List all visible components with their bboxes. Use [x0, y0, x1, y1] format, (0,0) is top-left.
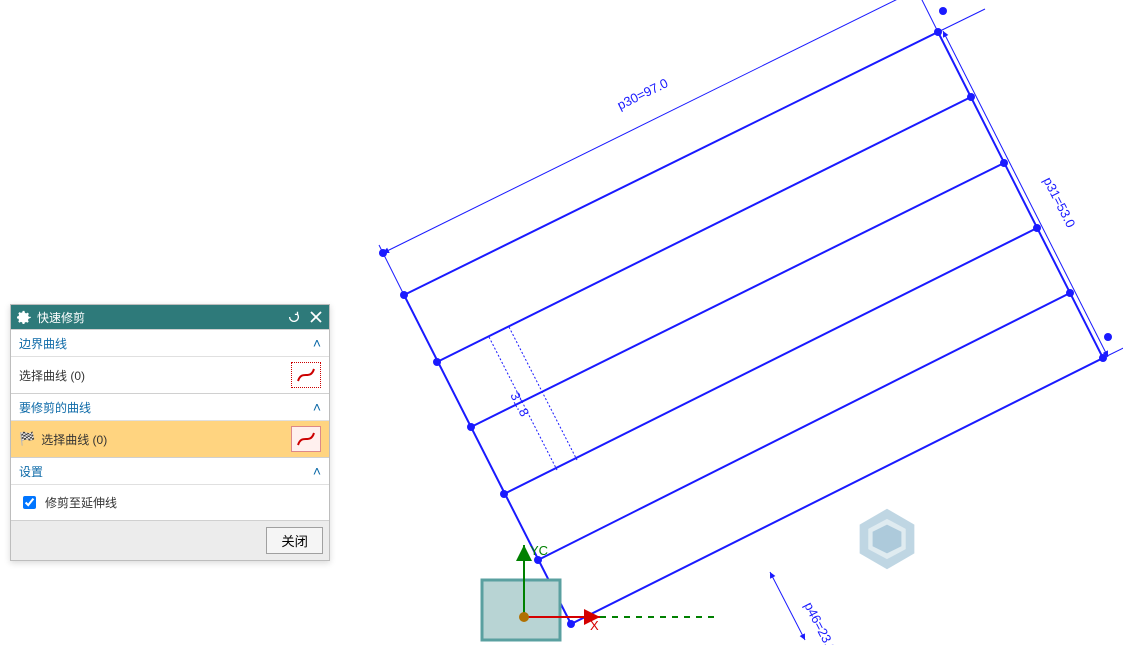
trim-to-extension-checkbox[interactable]: [23, 496, 36, 509]
datum-rect: [482, 580, 560, 640]
chevron-up-icon: ˄: [313, 399, 321, 415]
gear-icon[interactable]: [17, 310, 31, 324]
curve-icon[interactable]: [291, 362, 321, 388]
flag-icon: 🏁: [19, 431, 35, 447]
reset-icon[interactable]: [287, 310, 301, 324]
dim-gap: 31.8: [507, 390, 532, 419]
close-button[interactable]: 关闭: [266, 527, 323, 554]
boundary-select-row[interactable]: 选择曲线 (0): [11, 356, 329, 393]
axis-y-label: YC: [530, 543, 548, 558]
curve-icon[interactable]: [291, 426, 321, 452]
section-boundary-header[interactable]: 边界曲线 ˄: [11, 329, 329, 356]
panel-title-text: 快速修剪: [37, 309, 281, 326]
dim-p31: p31=53.0: [1040, 175, 1078, 230]
section-settings-header[interactable]: 设置 ˄: [11, 457, 329, 484]
watermark-logo: [851, 503, 923, 575]
section-totrim-label: 要修剪的曲线: [19, 399, 91, 416]
section-totrim-header[interactable]: 要修剪的曲线 ˄: [11, 393, 329, 420]
boundary-select-label: 选择曲线 (0): [19, 367, 285, 384]
trim-to-extension-label: 修剪至延伸线: [45, 494, 117, 511]
dim-p30: p30=97.0: [615, 75, 671, 112]
chevron-up-icon: ˄: [313, 463, 321, 479]
section-settings-label: 设置: [19, 463, 43, 480]
close-icon[interactable]: [309, 310, 323, 324]
totrim-select-row[interactable]: 🏁 选择曲线 (0): [11, 420, 329, 457]
sketch-points: [379, 7, 1112, 628]
dim-p46: p46=23.0: [801, 600, 839, 645]
axis-x-label: X: [590, 618, 599, 633]
trim-to-extension-row[interactable]: 修剪至延伸线: [19, 493, 321, 512]
chevron-up-icon: ˄: [313, 335, 321, 351]
totrim-select-label: 选择曲线 (0): [41, 431, 285, 448]
section-boundary-label: 边界曲线: [19, 335, 67, 352]
quick-trim-panel: 快速修剪 边界曲线 ˄ 选择曲线 (0) 要修剪的曲线 ˄ 🏁 选择曲线 (0)…: [10, 304, 330, 561]
panel-titlebar[interactable]: 快速修剪: [11, 305, 329, 329]
sketch-geometry: [379, 0, 1123, 640]
